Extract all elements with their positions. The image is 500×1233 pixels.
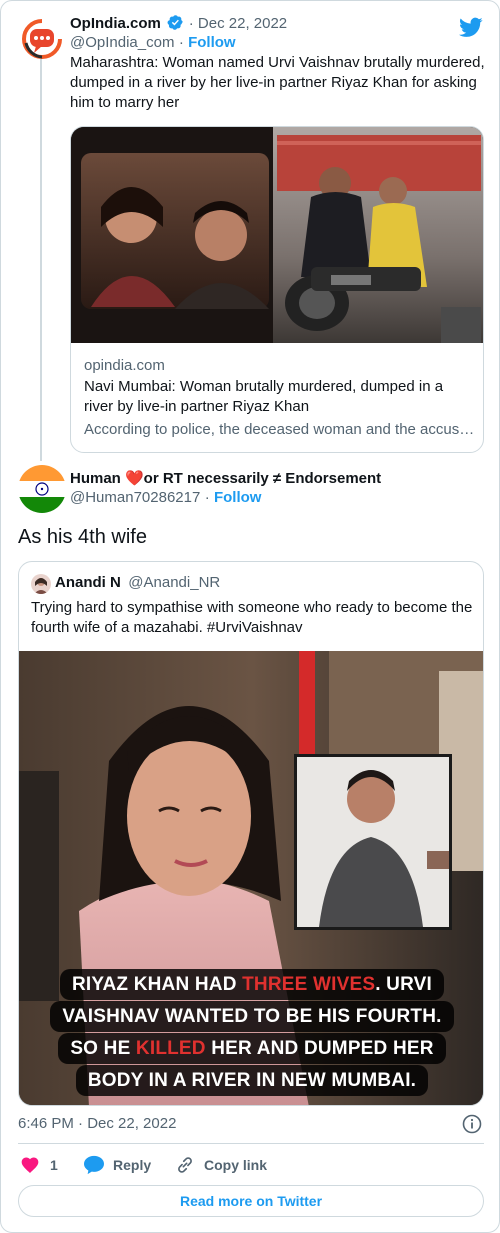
read-more-button[interactable]: Read more on Twitter	[18, 1185, 484, 1217]
like-button[interactable]: 1	[20, 1155, 58, 1175]
overlay-line-4: BODY IN A RIVER IN NEW MUMBAI.	[75, 1065, 429, 1096]
reply-button[interactable]: Reply	[83, 1155, 151, 1175]
overlay-line-3: SO HE KILLED HER AND DUMPED HER	[58, 1033, 446, 1064]
quoted-tweet-card[interactable]: Anandi N @Anandi_NR Trying hard to sympa…	[18, 561, 484, 1106]
action-divider	[18, 1143, 484, 1144]
link-preview-title: Navi Mumbai: Woman brutally murdered, du…	[84, 378, 444, 415]
reply-label: Reply	[113, 1157, 152, 1173]
thread-connector-line	[40, 59, 42, 461]
twitter-bird-icon[interactable]	[459, 15, 483, 39]
quote-author-name[interactable]: Anandi N	[55, 574, 121, 591]
tweet1-handle-row: @OpIndia_com · Follow	[70, 34, 236, 51]
quote-header: Anandi N @Anandi_NR	[55, 574, 220, 592]
link-preview-domain: opindia.com	[84, 357, 165, 374]
link-icon	[175, 1155, 195, 1175]
tweet2-author-name[interactable]: Human ❤️or RT necessarily ≠ Endorsement	[70, 469, 381, 487]
tweet-timestamp[interactable]: 6:46 PM · Dec 22, 2022	[18, 1115, 176, 1132]
tweet2-handle-row: @Human70286217 · Follow	[70, 489, 262, 506]
link-preview-description: According to police, the deceased woman …	[84, 421, 475, 438]
like-count: 1	[50, 1157, 58, 1173]
india-flag-avatar[interactable]	[18, 465, 66, 513]
quote-text: Trying hard to sympathise with someone w…	[31, 599, 473, 636]
quote-image-caption-overlay: RIYAZ KHAN HAD THREE WIVES. URVI VAISHNA…	[19, 969, 483, 1097]
heart-icon	[20, 1155, 40, 1175]
verified-badge-icon	[167, 14, 184, 36]
info-icon[interactable]	[462, 1114, 482, 1134]
tweet2-text: As his 4th wife	[18, 526, 147, 548]
reply-icon	[83, 1155, 105, 1175]
quote-author-avatar[interactable]	[31, 574, 51, 594]
quote-author-handle[interactable]: @Anandi_NR	[128, 574, 220, 591]
opindia-logo-avatar[interactable]	[20, 17, 64, 61]
link-preview-card[interactable]: opindia.com Navi Mumbai: Woman brutally …	[70, 126, 484, 453]
tweet1-author-name[interactable]: OpIndia.com	[70, 15, 161, 32]
tweet1-date[interactable]: Dec 22, 2022	[198, 15, 287, 32]
link-preview-image	[71, 127, 483, 343]
tweet1-text: Maharashtra: Woman named Urvi Vaishnav b…	[70, 54, 485, 111]
tweet2-handle[interactable]: @Human70286217	[70, 489, 200, 506]
tweet1-header: OpIndia.com · Dec 22, 2022	[70, 14, 287, 34]
tweet1-follow-link[interactable]: Follow	[188, 34, 236, 51]
tweet1-handle[interactable]: @OpIndia_com	[70, 34, 174, 51]
quote-image: RIYAZ KHAN HAD THREE WIVES. URVI VAISHNA…	[19, 651, 483, 1105]
copy-link-button[interactable]: Copy link	[175, 1155, 267, 1175]
copy-link-label: Copy link	[204, 1157, 268, 1173]
tweet2-follow-link[interactable]: Follow	[214, 489, 262, 506]
overlay-line-1: RIYAZ KHAN HAD THREE WIVES. URVI	[59, 969, 445, 1000]
overlay-line-2: VAISHNAV WANTED TO BE HIS FOURTH.	[50, 1001, 454, 1032]
embedded-tweet-card: OpIndia.com · Dec 22, 2022 @OpIndia_com …	[0, 0, 500, 1233]
